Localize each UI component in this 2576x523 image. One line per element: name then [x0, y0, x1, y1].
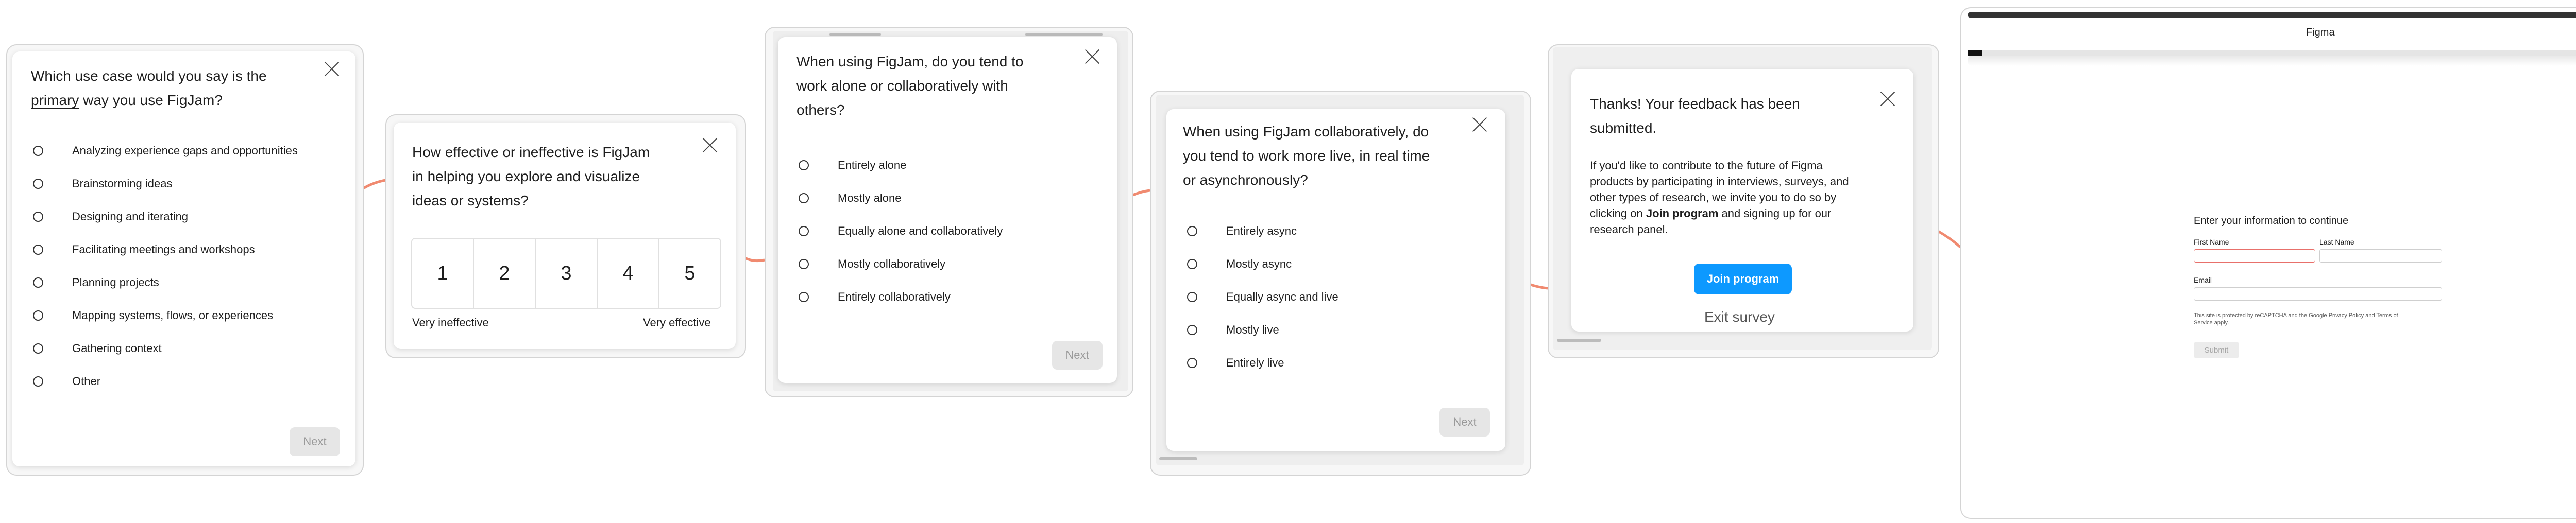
- connector-1-2: [361, 179, 386, 191]
- question-use-case: Which use case would you say is the prim…: [31, 68, 267, 108]
- rating-1[interactable]: 1: [412, 239, 474, 308]
- question-emphasis: primary: [31, 92, 79, 108]
- radio-icon[interactable]: [33, 343, 43, 354]
- connector-3-4: [1131, 189, 1150, 197]
- last-name-field[interactable]: [2319, 249, 2442, 263]
- window-shadow: [1968, 56, 2576, 66]
- window-title: Figma: [2306, 27, 2335, 38]
- next-button[interactable]: Next: [1052, 341, 1103, 370]
- join-program-button[interactable]: Join program: [1694, 264, 1792, 294]
- email-field[interactable]: [2194, 287, 2442, 301]
- option-collab-5[interactable]: Entirely collaboratively: [799, 290, 951, 304]
- connector-5-6: [1936, 229, 1961, 248]
- question-live-async: When using FigJam collaboratively, do yo…: [1183, 124, 1430, 188]
- rating-scale: 1 2 3 4 5: [411, 238, 721, 309]
- rating-4[interactable]: 4: [598, 239, 659, 308]
- browser-top-bar: [1968, 12, 2576, 18]
- option-use-case-1[interactable]: Analyzing experience gaps and opportunit…: [33, 144, 298, 158]
- recaptcha-notice: This site is protected by reCAPTCHA and …: [2194, 312, 2398, 326]
- first-name-field[interactable]: [2194, 249, 2315, 263]
- survey-card-alone-collab: When using FigJam, do you tend to work a…: [778, 37, 1117, 383]
- close-icon[interactable]: [324, 61, 340, 77]
- option-use-case-4[interactable]: Facilitating meetings and workshops: [33, 243, 255, 256]
- radio-icon[interactable]: [33, 146, 43, 156]
- submit-button[interactable]: Submit: [2194, 342, 2239, 358]
- option-collab-4[interactable]: Mostly collaboratively: [799, 257, 945, 271]
- connector-2-3: [743, 256, 765, 263]
- radio-icon[interactable]: [799, 259, 809, 269]
- terms-link[interactable]: Terms of: [2376, 312, 2398, 319]
- option-collab-2[interactable]: Mostly alone: [799, 191, 902, 205]
- scale-high-label: Very effective: [643, 316, 711, 329]
- option-live-4[interactable]: Mostly live: [1187, 323, 1279, 337]
- radio-icon[interactable]: [1187, 325, 1197, 335]
- terms-link-cont[interactable]: Service: [2194, 320, 2213, 326]
- option-use-case-6[interactable]: Mapping systems, flows, or experiences: [33, 309, 273, 322]
- rating-3[interactable]: 3: [536, 239, 598, 308]
- option-use-case-7[interactable]: Gathering context: [33, 342, 162, 355]
- radio-icon[interactable]: [33, 212, 43, 222]
- radio-icon[interactable]: [33, 179, 43, 189]
- survey-card-use-case: Which use case would you say is the prim…: [12, 51, 355, 466]
- radio-icon[interactable]: [33, 245, 43, 255]
- canvas-toolbar: [1159, 457, 1197, 460]
- radio-icon[interactable]: [1187, 358, 1197, 368]
- exit-survey-link[interactable]: Exit survey: [1704, 309, 1775, 325]
- first-name-label: First Name: [2194, 238, 2229, 246]
- progress-track: [1968, 50, 2576, 56]
- thank-you-card: Thanks! Your feedback has been submitted…: [1571, 69, 1913, 332]
- last-name-label: Last Name: [2319, 238, 2354, 246]
- option-use-case-2[interactable]: Brainstorming ideas: [33, 177, 172, 190]
- option-use-case-3[interactable]: Designing and iterating: [33, 210, 188, 223]
- option-collab-3[interactable]: Equally alone and collaboratively: [799, 224, 1003, 238]
- radio-icon[interactable]: [33, 376, 43, 387]
- option-live-2[interactable]: Mostly async: [1187, 257, 1292, 271]
- radio-icon[interactable]: [799, 226, 809, 236]
- rating-2[interactable]: 2: [474, 239, 536, 308]
- research-invite-text: If you'd like to contribute to the futur…: [1590, 159, 1849, 236]
- option-use-case-5[interactable]: Planning projects: [33, 276, 159, 289]
- privacy-policy-link[interactable]: Privacy Policy: [2329, 312, 2364, 319]
- option-use-case-8[interactable]: Other: [33, 375, 100, 388]
- survey-card-live-async: When using FigJam collaboratively, do yo…: [1166, 109, 1505, 451]
- radio-icon[interactable]: [799, 160, 809, 170]
- survey-card-effectiveness: How effective or ineffective is FigJam i…: [394, 123, 736, 349]
- radio-icon[interactable]: [33, 310, 43, 321]
- radio-icon[interactable]: [1187, 259, 1197, 269]
- connector-4-5: [1529, 283, 1548, 290]
- close-icon[interactable]: [1084, 48, 1100, 65]
- scale-low-label: Very ineffective: [412, 316, 489, 329]
- radio-icon[interactable]: [799, 193, 809, 203]
- progress-fill: [1968, 50, 1982, 56]
- option-live-5[interactable]: Entirely live: [1187, 356, 1284, 370]
- option-live-3[interactable]: Equally async and live: [1187, 290, 1338, 304]
- radio-icon[interactable]: [799, 292, 809, 302]
- screen-6-frame: [1960, 7, 2576, 519]
- radio-icon[interactable]: [33, 277, 43, 288]
- canvas-toolbar: [1557, 339, 1601, 342]
- next-button[interactable]: Next: [1439, 408, 1490, 437]
- email-label: Email: [2194, 276, 2212, 284]
- option-collab-1[interactable]: Entirely alone: [799, 159, 906, 172]
- close-icon[interactable]: [1879, 91, 1896, 107]
- close-icon[interactable]: [1471, 116, 1488, 133]
- form-title: Enter your information to continue: [2194, 215, 2349, 226]
- question-effectiveness: How effective or ineffective is FigJam i…: [412, 144, 650, 208]
- question-alone-collab: When using FigJam, do you tend to work a…: [796, 54, 1024, 118]
- thanks-title: Thanks! Your feedback has been submitted…: [1590, 96, 1800, 136]
- close-icon[interactable]: [702, 137, 718, 153]
- canvas-toolbar: [1025, 33, 1103, 36]
- canvas-toolbar: [829, 33, 881, 36]
- next-button[interactable]: Next: [290, 427, 340, 456]
- radio-icon[interactable]: [1187, 292, 1197, 302]
- radio-icon[interactable]: [1187, 226, 1197, 236]
- option-live-1[interactable]: Entirely async: [1187, 224, 1297, 238]
- rating-5[interactable]: 5: [659, 239, 720, 308]
